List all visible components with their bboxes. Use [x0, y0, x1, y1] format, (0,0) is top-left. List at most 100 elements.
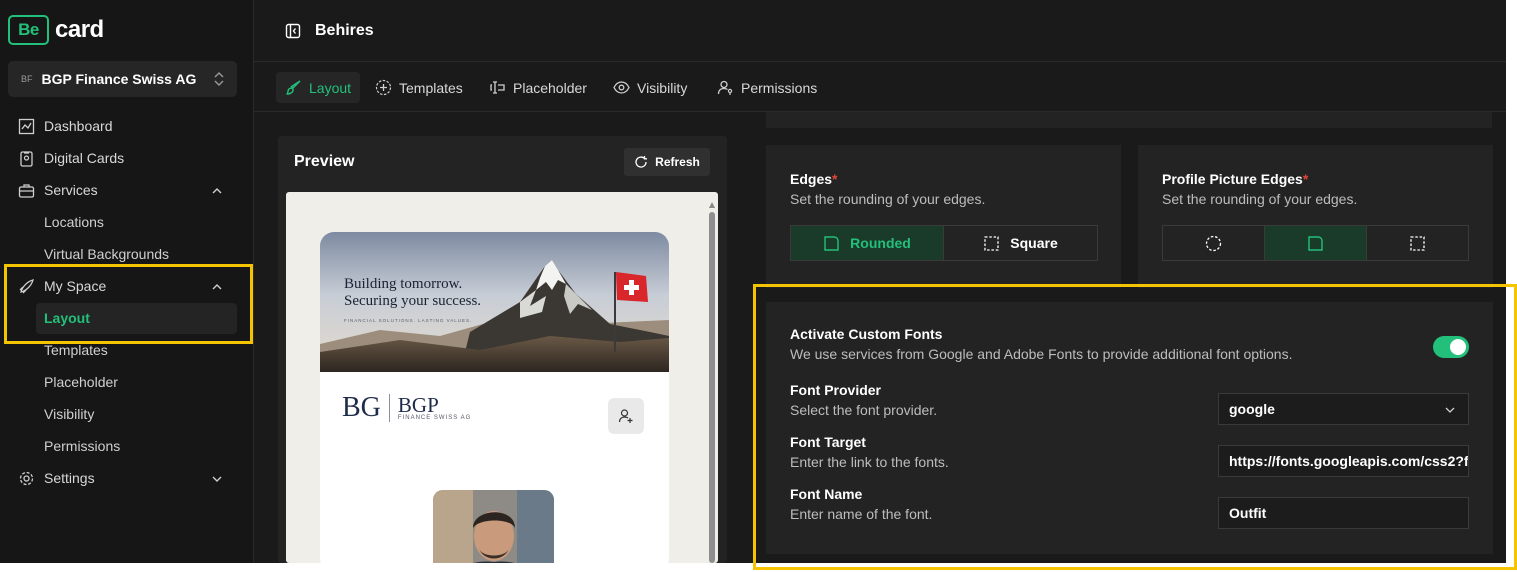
- font-provider-title: Font Provider: [790, 382, 882, 398]
- sidebar-item-services[interactable]: Services: [18, 179, 98, 201]
- edges-description: Set the rounding of your edges.: [790, 191, 986, 207]
- person-photo: [433, 490, 554, 563]
- badge-icon: [20, 150, 33, 167]
- brand-divider: [388, 394, 390, 422]
- edges-square-button[interactable]: Square: [944, 226, 1097, 260]
- sidebar: Be card BF BGP Finance Swiss AG Dashboar…: [0, 0, 254, 563]
- tab-label: Templates: [399, 79, 463, 96]
- profile-edges-title: Profile Picture Edges*: [1162, 171, 1309, 187]
- refresh-button[interactable]: Refresh: [624, 148, 710, 176]
- font-target-title: Font Target: [790, 434, 866, 450]
- square-label: Square: [1010, 235, 1058, 251]
- activate-fonts-description: We use services from Google and Adobe Fo…: [790, 346, 1293, 362]
- eye-icon: [613, 81, 630, 94]
- sidebar-subitem-virtual-backgrounds[interactable]: Virtual Backgrounds: [44, 243, 169, 265]
- font-provider-select[interactable]: google: [1218, 393, 1469, 425]
- hero-image: Building tomorrow. Securing your success…: [320, 232, 669, 372]
- chevron-down-icon: [1445, 407, 1455, 413]
- sidebar-item-label: My Space: [44, 278, 107, 294]
- sidebar-item-label: Settings: [44, 470, 95, 486]
- circle-dashed-icon: [1205, 235, 1222, 251]
- sidebar-subitem-templates[interactable]: Templates: [44, 339, 108, 361]
- user-key-icon: [717, 80, 733, 95]
- hero-headline-1: Building tomorrow.: [344, 276, 463, 292]
- chart-icon: [18, 118, 35, 134]
- edges-rounded-button[interactable]: Rounded: [791, 226, 944, 260]
- font-target-input[interactable]: [1218, 445, 1469, 477]
- rounded-label: Rounded: [850, 235, 911, 251]
- tab-bar: Layout Templates Placeholder Visibility …: [254, 62, 1506, 112]
- becard-logo[interactable]: Be card: [8, 15, 104, 45]
- sidebar-subitem-placeholder[interactable]: Placeholder: [44, 371, 118, 393]
- chevron-down-icon[interactable]: [210, 472, 224, 486]
- profile-picture: [433, 490, 554, 563]
- rounded-corner-icon: [824, 235, 839, 251]
- tab-visibility[interactable]: Visibility: [604, 72, 696, 103]
- sidebar-item-my-space[interactable]: My Space: [18, 275, 106, 297]
- profile-edges-square-button[interactable]: [1367, 226, 1468, 260]
- font-name-input[interactable]: [1218, 497, 1469, 529]
- sidebar-item-dashboard[interactable]: Dashboard: [18, 115, 113, 137]
- tab-label: Placeholder: [513, 79, 587, 96]
- page-title: Behires: [315, 21, 374, 39]
- sidebar-subitem-locations[interactable]: Locations: [44, 211, 104, 233]
- hero-headline-2: Securing your success.: [344, 293, 482, 309]
- gear-icon: [19, 471, 34, 485]
- square-dashed-icon: [1410, 235, 1425, 251]
- tab-templates[interactable]: Templates: [366, 72, 472, 103]
- tab-permissions[interactable]: Permissions: [708, 72, 826, 103]
- organization-switcher[interactable]: BF BGP Finance Swiss AG: [8, 61, 237, 97]
- brand-monogram: BG: [342, 392, 381, 423]
- font-name-title: Font Name: [790, 486, 863, 502]
- tab-label: Visibility: [637, 79, 688, 96]
- sidebar-subitem-visibility[interactable]: Visibility: [44, 403, 94, 425]
- previous-section-panel: [766, 112, 1492, 128]
- logo-mark: Be: [8, 15, 49, 45]
- profile-edges-selector: [1162, 225, 1469, 261]
- digital-card: Building tomorrow. Securing your success…: [320, 232, 669, 563]
- org-abbreviation: BF: [21, 74, 33, 84]
- rounded-corner-icon: [1308, 235, 1323, 251]
- edges-title: Edges*: [790, 171, 838, 187]
- scrollbar[interactable]: [708, 200, 716, 563]
- rocket-icon: [19, 278, 34, 293]
- toggle-knob: [1450, 339, 1466, 355]
- profile-edges-description: Set the rounding of your edges.: [1162, 191, 1358, 207]
- font-provider-description: Select the font provider.: [790, 402, 938, 418]
- refresh-icon: [635, 156, 648, 168]
- chevron-up-icon[interactable]: [210, 184, 224, 198]
- profile-edges-rounded-button[interactable]: [1265, 226, 1367, 260]
- add-contact-button[interactable]: [608, 398, 644, 434]
- tab-label: Layout: [309, 79, 352, 96]
- page-header: Behires: [254, 0, 1506, 62]
- briefcase-icon: [18, 183, 35, 198]
- collapse-sidebar-icon[interactable]: [285, 23, 301, 39]
- font-provider-value: google: [1229, 401, 1275, 417]
- sidebar-subitem-layout[interactable]: Layout: [44, 307, 90, 329]
- brand-name: BGP: [397, 393, 439, 417]
- app-window: Be card BF BGP Finance Swiss AG Dashboar…: [0, 0, 1506, 563]
- edges-selector: Rounded Square: [790, 225, 1098, 261]
- custom-fonts-toggle[interactable]: [1433, 336, 1469, 358]
- tab-placeholder[interactable]: Placeholder: [480, 72, 596, 103]
- chevron-up-icon[interactable]: [210, 280, 224, 294]
- sidebar-item-label: Digital Cards: [44, 150, 125, 166]
- sidebar-subitem-permissions[interactable]: Permissions: [44, 435, 120, 457]
- tab-layout[interactable]: Layout: [276, 72, 361, 103]
- sidebar-item-label: Services: [44, 182, 98, 198]
- profile-edges-circle-button[interactable]: [1163, 226, 1265, 260]
- card-preview-frame[interactable]: Building tomorrow. Securing your success…: [286, 192, 718, 563]
- org-name: BGP Finance Swiss AG: [41, 71, 197, 87]
- text-cursor-input-icon: [490, 81, 505, 94]
- activate-fonts-title: Activate Custom Fonts: [790, 326, 943, 342]
- sidebar-item-digital-cards[interactable]: Digital Cards: [18, 147, 124, 169]
- edges-panel: Edges* Set the rounding of your edges. R…: [766, 145, 1121, 288]
- brand-subtitle: FINANCE SWISS AG: [397, 415, 472, 421]
- font-target-description: Enter the link to the fonts.: [790, 454, 949, 470]
- tab-label: Permissions: [741, 79, 818, 96]
- square-dashed-icon: [984, 235, 999, 251]
- preview-panel: Preview Refresh Building tomorrow. Secur…: [278, 136, 727, 563]
- sidebar-item-settings[interactable]: Settings: [18, 467, 95, 489]
- brush-icon: [286, 80, 301, 95]
- add-user-icon: [618, 409, 633, 423]
